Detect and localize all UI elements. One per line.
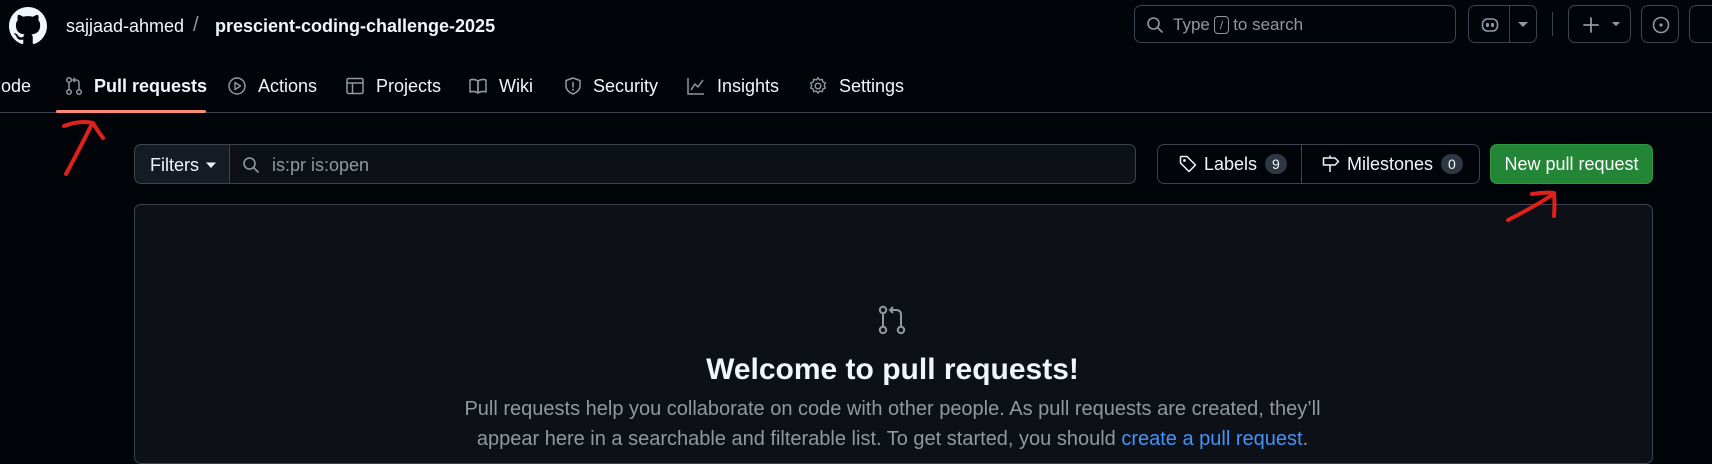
tag-icon — [1179, 155, 1197, 173]
pr-filter-search[interactable] — [229, 144, 1136, 184]
global-search-input[interactable]: Type / to search — [1134, 5, 1456, 43]
play-icon — [228, 77, 246, 95]
labels-button[interactable]: Labels 9 — [1178, 145, 1287, 183]
tab-actions[interactable]: Actions — [227, 74, 317, 98]
repo-name-link[interactable]: prescient-coding-challenge-2025 — [215, 14, 495, 38]
git-pull-request-icon — [878, 305, 906, 335]
issue-opened-icon — [1652, 16, 1670, 34]
milestones-count: 0 — [1441, 154, 1463, 174]
triangle-down-icon — [206, 162, 216, 168]
shield-icon — [565, 77, 581, 95]
milestone-icon — [1322, 155, 1340, 172]
create-pull-request-link[interactable]: create a pull request — [1121, 428, 1302, 450]
tab-wiki[interactable]: Wiki — [468, 74, 533, 98]
search-shortcut-key: / — [1213, 16, 1230, 34]
github-logo-icon[interactable] — [9, 7, 47, 45]
graph-icon — [687, 78, 704, 95]
tab-pull-requests[interactable]: Pull requests — [65, 74, 207, 98]
repo-owner-link[interactable]: sajjaad-ahmed — [66, 14, 184, 38]
annotation-arrow-pull-requests — [62, 120, 105, 176]
milestones-label: Milestones — [1347, 153, 1434, 174]
search-icon — [243, 157, 259, 173]
tab-insights-label: Insights — [717, 75, 780, 96]
empty-state-description-line-2: appear here in a searchable and filterab… — [476, 428, 1309, 450]
search-icon — [1147, 17, 1163, 33]
tab-actions-label: Actions — [258, 75, 318, 96]
active-tab-underline — [56, 110, 206, 113]
table-icon — [346, 77, 364, 95]
labels-milestones-group: Labels 9 Milestones 0 — [1157, 144, 1480, 184]
labels-count: 9 — [1265, 154, 1287, 174]
tab-settings-label: Settings — [839, 75, 905, 96]
pull-requests-shortcut-button[interactable] — [1689, 5, 1712, 43]
tab-wiki-label: Wiki — [499, 75, 533, 96]
gear-icon — [809, 77, 827, 94]
milestones-button[interactable]: Milestones 0 — [1321, 145, 1463, 183]
tab-insights[interactable]: Insights — [686, 74, 779, 98]
empty-state-title: Welcome to pull requests! — [706, 353, 1079, 386]
annotation-arrow-new-pull-request — [1506, 190, 1557, 222]
tab-code[interactable]: Code — [0, 74, 31, 98]
tab-pull-requests-label: Pull requests — [94, 75, 208, 96]
filters-label: Filters — [150, 155, 199, 175]
tab-security[interactable]: Security — [564, 74, 658, 98]
tab-code-label: Code — [0, 75, 32, 96]
breadcrumb-separator: / — [193, 14, 199, 36]
tab-security-label: Security — [593, 75, 659, 96]
new-pull-request-button[interactable]: New pull request — [1490, 144, 1653, 184]
empty-state-description: Pull requests help you collaborate on co… — [464, 398, 1321, 420]
copilot-button[interactable] — [1468, 5, 1537, 43]
labels-label: Labels — [1204, 153, 1258, 174]
group-divider — [1301, 145, 1302, 183]
pr-filter-input[interactable] — [272, 153, 1072, 177]
tab-projects[interactable]: Projects — [345, 74, 441, 98]
copilot-icon — [1481, 18, 1499, 32]
chevron-down-icon — [1611, 22, 1621, 27]
create-new-button[interactable] — [1568, 5, 1631, 43]
search-placeholder: Type / to search — [1173, 15, 1304, 34]
plus-icon — [1583, 17, 1599, 33]
book-icon — [469, 78, 487, 94]
issues-button[interactable] — [1641, 5, 1679, 43]
chevron-down-icon[interactable] — [1517, 21, 1529, 29]
git-pull-request-icon — [65, 76, 83, 96]
filters-dropdown-button[interactable]: Filters — [134, 144, 230, 184]
tab-settings[interactable]: Settings — [808, 74, 904, 98]
tab-projects-label: Projects — [376, 75, 442, 96]
header-divider — [1552, 12, 1553, 36]
repo-header: sajjaad-ahmed / prescient-coding-challen… — [0, 0, 1712, 113]
